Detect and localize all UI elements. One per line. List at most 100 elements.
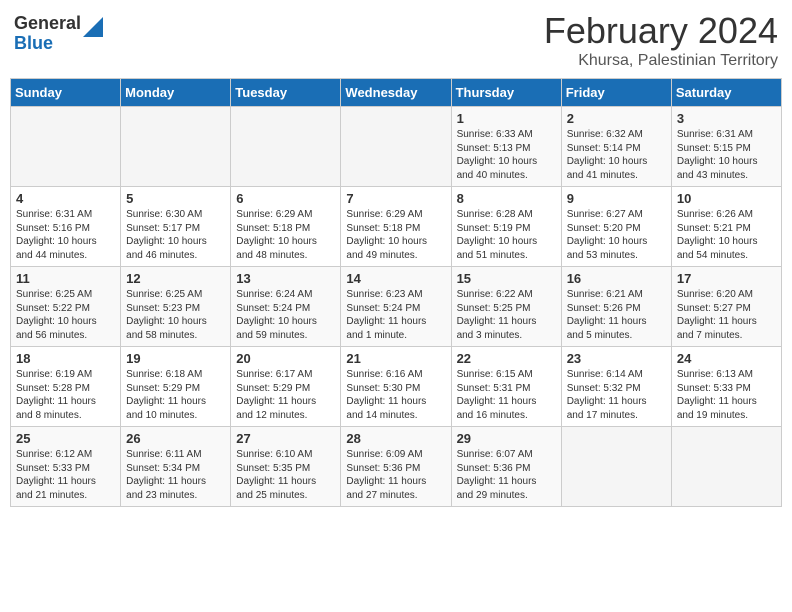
header-cell-thursday: Thursday <box>451 79 561 107</box>
logo-icon <box>83 17 103 37</box>
week-row-1: 1 Sunrise: 6:33 AM Sunset: 5:13 PM Daylig… <box>11 107 782 187</box>
day-info: Sunrise: 6:29 AM Sunset: 5:18 PM Dayligh… <box>346 208 445 262</box>
day-number: 27 <box>236 431 335 446</box>
day-number: 26 <box>126 431 225 446</box>
calendar-cell: 28Sunrise: 6:09 AM Sunset: 5:36 PM Dayli… <box>341 427 451 507</box>
day-info: Sunrise: 6:14 AM Sunset: 5:32 PM Dayligh… <box>567 368 666 422</box>
day-number: 4 <box>16 191 115 206</box>
month-year: February 2024 <box>544 10 778 52</box>
day-number: 10 <box>677 191 776 206</box>
day-number: 17 <box>677 271 776 286</box>
day-number: 23 <box>567 351 666 366</box>
calendar-cell: 4 Sunrise: 6:31 AM Sunset: 5:16 PM Daylig… <box>11 187 121 267</box>
calendar-cell: 3 Sunrise: 6:31 AM Sunset: 5:15 PM Daylig… <box>671 107 781 187</box>
day-info: Sunrise: 6:30 AM Sunset: 5:17 PM Dayligh… <box>126 208 225 262</box>
day-number: 24 <box>677 351 776 366</box>
day-info: Sunrise: 6:10 AM Sunset: 5:35 PM Dayligh… <box>236 448 335 502</box>
day-info: Sunrise: 6:27 AM Sunset: 5:20 PM Dayligh… <box>567 208 666 262</box>
day-number: 8 <box>457 191 556 206</box>
calendar-cell: 1 Sunrise: 6:33 AM Sunset: 5:13 PM Daylig… <box>451 107 561 187</box>
day-info: Sunrise: 6:29 AM Sunset: 5:18 PM Dayligh… <box>236 208 335 262</box>
header-cell-saturday: Saturday <box>671 79 781 107</box>
week-row-5: 25 Sunrise: 6:12 AM Sunset: 5:33 PM Dayli… <box>11 427 782 507</box>
calendar-cell: 15Sunrise: 6:22 AM Sunset: 5:25 PM Dayli… <box>451 267 561 347</box>
day-number: 3 <box>677 111 776 126</box>
week-row-3: 11Sunrise: 6:25 AM Sunset: 5:22 PM Dayli… <box>11 267 782 347</box>
day-info: Sunrise: 6:33 AM Sunset: 5:13 PM Dayligh… <box>457 128 556 182</box>
calendar-cell <box>231 107 341 187</box>
day-number: 5 <box>126 191 225 206</box>
day-number: 25 <box>16 431 115 446</box>
calendar-header: SundayMondayTuesdayWednesdayThursdayFrid… <box>11 79 782 107</box>
day-info: Sunrise: 6:17 AM Sunset: 5:29 PM Dayligh… <box>236 368 335 422</box>
day-number: 1 <box>457 111 556 126</box>
day-number: 2 <box>567 111 666 126</box>
day-info: Sunrise: 6:15 AM Sunset: 5:31 PM Dayligh… <box>457 368 556 422</box>
day-info: Sunrise: 6:18 AM Sunset: 5:29 PM Dayligh… <box>126 368 225 422</box>
day-number: 21 <box>346 351 445 366</box>
calendar-cell: 5 Sunrise: 6:30 AM Sunset: 5:17 PM Daylig… <box>121 187 231 267</box>
day-info: Sunrise: 6:32 AM Sunset: 5:14 PM Dayligh… <box>567 128 666 182</box>
week-row-2: 4 Sunrise: 6:31 AM Sunset: 5:16 PM Daylig… <box>11 187 782 267</box>
day-number: 13 <box>236 271 335 286</box>
day-info: Sunrise: 6:31 AM Sunset: 5:16 PM Dayligh… <box>16 208 115 262</box>
calendar-cell: 6 Sunrise: 6:29 AM Sunset: 5:18 PM Daylig… <box>231 187 341 267</box>
calendar-cell: 14 Sunrise: 6:23 AM Sunset: 5:24 PM Dayli… <box>341 267 451 347</box>
day-info: Sunrise: 6:07 AM Sunset: 5:36 PM Dayligh… <box>457 448 556 502</box>
day-info: Sunrise: 6:21 AM Sunset: 5:26 PM Dayligh… <box>567 288 666 342</box>
calendar-cell: 26 Sunrise: 6:11 AM Sunset: 5:34 PM Dayli… <box>121 427 231 507</box>
logo: General Blue <box>14 14 103 54</box>
day-info: Sunrise: 6:23 AM Sunset: 5:24 PM Dayligh… <box>346 288 445 342</box>
calendar-cell: 7 Sunrise: 6:29 AM Sunset: 5:18 PM Daylig… <box>341 187 451 267</box>
day-info: Sunrise: 6:28 AM Sunset: 5:19 PM Dayligh… <box>457 208 556 262</box>
calendar-cell: 24Sunrise: 6:13 AM Sunset: 5:33 PM Dayli… <box>671 347 781 427</box>
header-cell-sunday: Sunday <box>11 79 121 107</box>
week-row-4: 18Sunrise: 6:19 AM Sunset: 5:28 PM Dayli… <box>11 347 782 427</box>
day-number: 12 <box>126 271 225 286</box>
calendar-cell: 2 Sunrise: 6:32 AM Sunset: 5:14 PM Daylig… <box>561 107 671 187</box>
calendar-cell: 10 Sunrise: 6:26 AM Sunset: 5:21 PM Dayli… <box>671 187 781 267</box>
day-info: Sunrise: 6:25 AM Sunset: 5:23 PM Dayligh… <box>126 288 225 342</box>
header-cell-monday: Monday <box>121 79 231 107</box>
calendar-cell: 29Sunrise: 6:07 AM Sunset: 5:36 PM Dayli… <box>451 427 561 507</box>
calendar-cell: 23 Sunrise: 6:14 AM Sunset: 5:32 PM Dayli… <box>561 347 671 427</box>
logo-general: General <box>14 14 81 34</box>
day-info: Sunrise: 6:11 AM Sunset: 5:34 PM Dayligh… <box>126 448 225 502</box>
day-info: Sunrise: 6:26 AM Sunset: 5:21 PM Dayligh… <box>677 208 776 262</box>
calendar-cell <box>121 107 231 187</box>
day-info: Sunrise: 6:09 AM Sunset: 5:36 PM Dayligh… <box>346 448 445 502</box>
day-number: 9 <box>567 191 666 206</box>
day-number: 16 <box>567 271 666 286</box>
day-info: Sunrise: 6:25 AM Sunset: 5:22 PM Dayligh… <box>16 288 115 342</box>
calendar-cell: 22 Sunrise: 6:15 AM Sunset: 5:31 PM Dayli… <box>451 347 561 427</box>
header-row: SundayMondayTuesdayWednesdayThursdayFrid… <box>11 79 782 107</box>
calendar-cell: 20Sunrise: 6:17 AM Sunset: 5:29 PM Dayli… <box>231 347 341 427</box>
header-cell-tuesday: Tuesday <box>231 79 341 107</box>
calendar-cell: 25 Sunrise: 6:12 AM Sunset: 5:33 PM Dayli… <box>11 427 121 507</box>
calendar-cell: 8 Sunrise: 6:28 AM Sunset: 5:19 PM Daylig… <box>451 187 561 267</box>
title-block: February 2024 Khursa, Palestinian Territ… <box>544 10 778 70</box>
calendar-cell: 21 Sunrise: 6:16 AM Sunset: 5:30 PM Dayli… <box>341 347 451 427</box>
calendar-cell <box>671 427 781 507</box>
day-info: Sunrise: 6:31 AM Sunset: 5:15 PM Dayligh… <box>677 128 776 182</box>
day-number: 6 <box>236 191 335 206</box>
calendar-cell: 27 Sunrise: 6:10 AM Sunset: 5:35 PM Dayli… <box>231 427 341 507</box>
calendar-cell: 13 Sunrise: 6:24 AM Sunset: 5:24 PM Dayli… <box>231 267 341 347</box>
header-cell-wednesday: Wednesday <box>341 79 451 107</box>
day-info: Sunrise: 6:16 AM Sunset: 5:30 PM Dayligh… <box>346 368 445 422</box>
calendar-cell <box>11 107 121 187</box>
header-cell-friday: Friday <box>561 79 671 107</box>
calendar-cell: 11Sunrise: 6:25 AM Sunset: 5:22 PM Dayli… <box>11 267 121 347</box>
day-number: 22 <box>457 351 556 366</box>
day-number: 7 <box>346 191 445 206</box>
day-info: Sunrise: 6:12 AM Sunset: 5:33 PM Dayligh… <box>16 448 115 502</box>
day-number: 18 <box>16 351 115 366</box>
day-number: 14 <box>346 271 445 286</box>
logo-blue: Blue <box>14 34 81 54</box>
page-header: General Blue February 2024 Khursa, Pales… <box>10 10 782 70</box>
day-info: Sunrise: 6:22 AM Sunset: 5:25 PM Dayligh… <box>457 288 556 342</box>
day-info: Sunrise: 6:24 AM Sunset: 5:24 PM Dayligh… <box>236 288 335 342</box>
calendar-cell: 9 Sunrise: 6:27 AM Sunset: 5:20 PM Daylig… <box>561 187 671 267</box>
calendar-cell: 19Sunrise: 6:18 AM Sunset: 5:29 PM Dayli… <box>121 347 231 427</box>
calendar-cell <box>561 427 671 507</box>
